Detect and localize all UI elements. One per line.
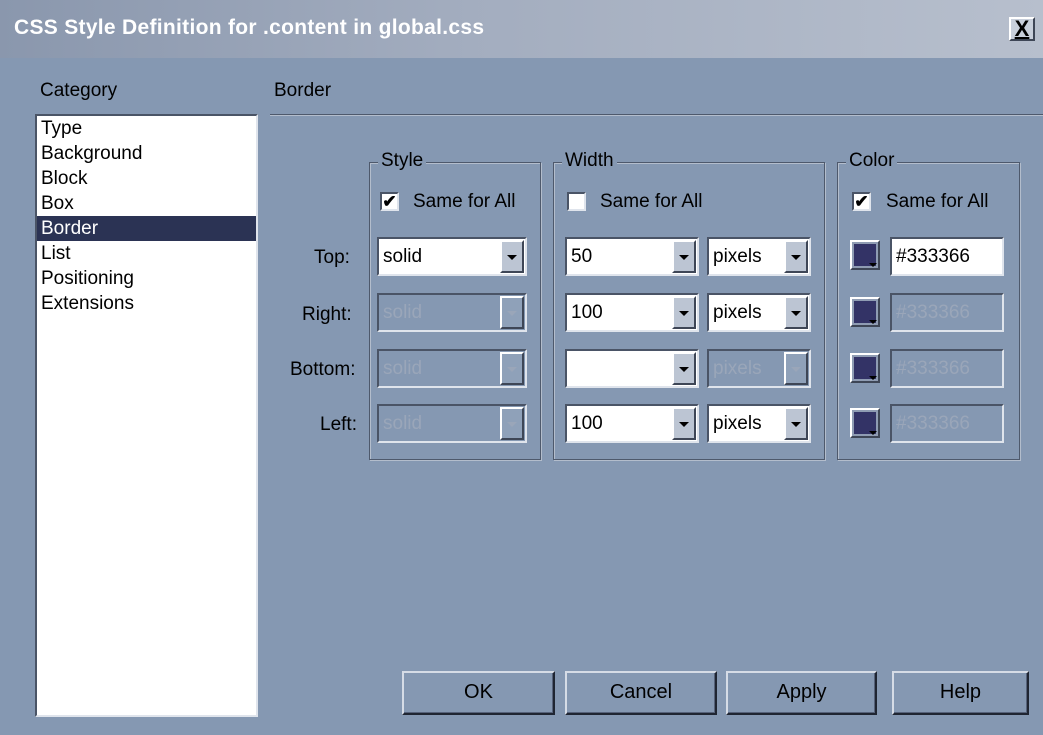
panel-divider — [270, 114, 1043, 116]
title-bar: CSS Style Definition for .content in glo… — [0, 0, 1043, 58]
row-label-left: Left: — [320, 414, 357, 435]
category-item-extensions[interactable]: Extensions — [37, 291, 256, 316]
width-same-label: Same for All — [600, 191, 703, 212]
help-button[interactable]: Help — [892, 671, 1029, 715]
category-item-border[interactable]: Border — [37, 216, 256, 241]
category-item-block[interactable]: Block — [37, 166, 256, 191]
color-same-checkbox[interactable]: ✔ — [852, 192, 871, 211]
width-top-unit: pixels — [713, 246, 762, 267]
style-bottom-value: solid — [383, 358, 423, 379]
color-top-input[interactable]: #333366 — [890, 237, 1004, 276]
width-right-input[interactable]: 100 — [565, 293, 699, 332]
color-same-label: Same for All — [886, 191, 989, 212]
dropdown-arrow-icon[interactable] — [672, 407, 696, 440]
dropdown-arrow-icon[interactable] — [672, 296, 696, 329]
color-left-value: #333366 — [896, 413, 970, 434]
color-group-label: Color — [846, 150, 898, 172]
dropdown-arrow-icon[interactable] — [500, 240, 524, 273]
width-top-value: 50 — [571, 246, 593, 267]
row-label-top: Top: — [314, 247, 350, 268]
style-group-label: Style — [378, 150, 427, 172]
chevron-down-icon — [869, 320, 877, 324]
dropdown-arrow-icon[interactable] — [784, 240, 808, 273]
color-bottom-swatch — [850, 353, 880, 383]
chevron-down-icon — [869, 263, 877, 267]
row-label-bottom: Bottom: — [290, 359, 356, 380]
ok-button[interactable]: OK — [402, 671, 555, 715]
style-right-value: solid — [383, 302, 423, 323]
width-bottom-input[interactable] — [565, 349, 699, 388]
width-left-unit-select[interactable]: pixels — [707, 404, 811, 443]
width-bottom-unit: pixels — [713, 358, 762, 379]
chevron-down-icon — [869, 431, 877, 435]
row-label-right: Right: — [302, 304, 352, 325]
width-left-value: 100 — [571, 413, 603, 434]
width-left-unit: pixels — [713, 413, 762, 434]
color-left-swatch — [850, 408, 880, 438]
style-right-select: solid — [377, 293, 527, 332]
width-same-checkbox[interactable] — [567, 192, 586, 211]
color-right-input: #333366 — [890, 293, 1004, 332]
width-group-label: Width — [562, 150, 617, 172]
window-title: CSS Style Definition for .content in glo… — [14, 16, 485, 39]
category-item-box[interactable]: Box — [37, 191, 256, 216]
dropdown-arrow-icon[interactable] — [784, 407, 808, 440]
category-label: Category — [40, 80, 118, 101]
category-item-list[interactable]: List — [37, 241, 256, 266]
style-same-label: Same for All — [413, 191, 516, 212]
category-item-type[interactable]: Type — [37, 116, 256, 141]
width-top-unit-select[interactable]: pixels — [707, 237, 811, 276]
apply-button[interactable]: Apply — [726, 671, 877, 715]
dropdown-arrow-icon — [500, 296, 524, 329]
width-right-unit-select[interactable]: pixels — [707, 293, 811, 332]
color-bottom-input: #333366 — [890, 349, 1004, 388]
color-bottom-value: #333366 — [896, 358, 970, 379]
style-left-select: solid — [377, 404, 527, 443]
style-same-checkbox[interactable]: ✔ — [380, 192, 399, 211]
dropdown-arrow-icon — [500, 352, 524, 385]
color-left-input: #333366 — [890, 404, 1004, 443]
width-top-input[interactable]: 50 — [565, 237, 699, 276]
style-top-value: solid — [383, 246, 423, 267]
panel-title: Border — [274, 80, 332, 101]
dropdown-arrow-icon — [784, 352, 808, 385]
color-right-swatch — [850, 297, 880, 327]
category-list[interactable]: Type Background Block Box Border List Po… — [35, 114, 258, 717]
width-bottom-unit-select: pixels — [707, 349, 811, 388]
dropdown-arrow-icon[interactable] — [672, 352, 696, 385]
cancel-button[interactable]: Cancel — [565, 671, 717, 715]
color-top-swatch[interactable] — [850, 240, 880, 270]
color-right-value: #333366 — [896, 302, 970, 323]
category-item-positioning[interactable]: Positioning — [37, 266, 256, 291]
style-top-select[interactable]: solid — [377, 237, 527, 276]
dropdown-arrow-icon[interactable] — [784, 296, 808, 329]
category-item-background[interactable]: Background — [37, 141, 256, 166]
dropdown-arrow-icon — [500, 407, 524, 440]
width-right-value: 100 — [571, 302, 603, 323]
style-bottom-select: solid — [377, 349, 527, 388]
style-left-value: solid — [383, 413, 423, 434]
width-right-unit: pixels — [713, 302, 762, 323]
dropdown-arrow-icon[interactable] — [672, 240, 696, 273]
close-button[interactable]: X — [1009, 17, 1035, 41]
width-left-input[interactable]: 100 — [565, 404, 699, 443]
chevron-down-icon — [869, 376, 877, 380]
color-top-value: #333366 — [896, 246, 970, 267]
